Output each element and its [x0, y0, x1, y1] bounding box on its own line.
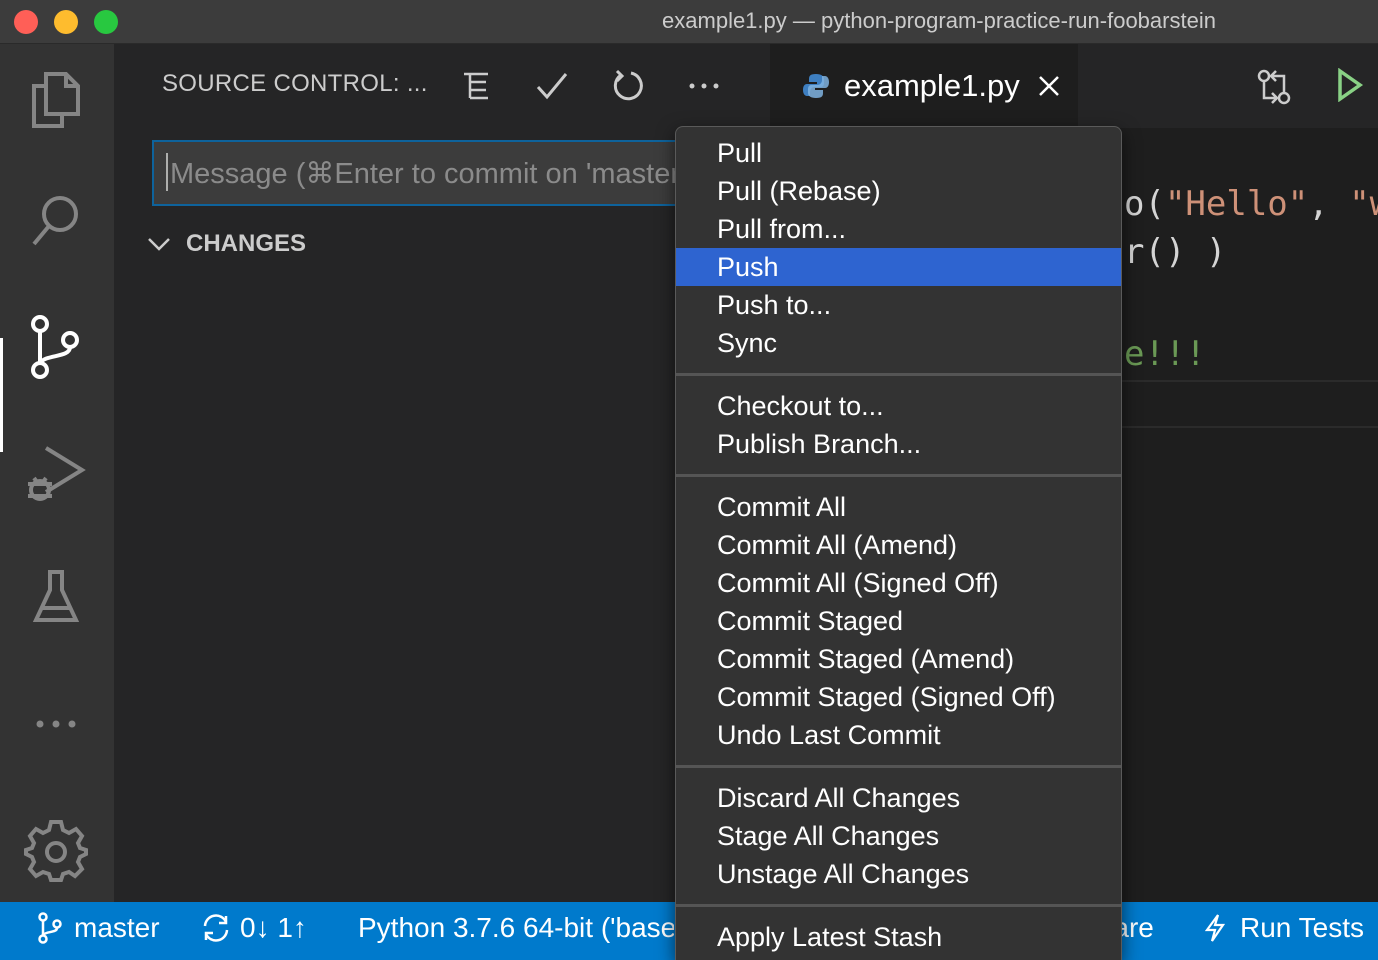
interpreter-label: Python 3.7.6 64-bit ('base': conda) [358, 912, 674, 943]
changes-label: CHANGES [186, 230, 307, 257]
code-line: r() ) [1124, 232, 1227, 272]
files-icon[interactable] [22, 66, 90, 134]
view-as-tree-icon[interactable] [456, 66, 496, 106]
menu-separator [676, 474, 1121, 477]
python-interpreter[interactable]: Python 3.7.6 64-bit ('base': conda) [358, 912, 674, 944]
menu-item-pull-from[interactable]: Pull from... [676, 210, 1121, 248]
run-file-icon[interactable] [1336, 67, 1364, 107]
commit-message-placeholder: Message (⌘Enter to commit on 'master') [170, 158, 696, 190]
menu-item-commit-staged-signed-off[interactable]: Commit Staged (Signed Off) [676, 678, 1121, 716]
menu-item-push[interactable]: Push [676, 248, 1121, 286]
menu-item-pull-rebase[interactable]: Pull (Rebase) [676, 172, 1121, 210]
line-highlight-border [1120, 380, 1378, 382]
menu-item-commit-all-signed-off[interactable]: Commit All (Signed Off) [676, 564, 1121, 602]
source-control-sidebar: SOURCE CONTROL: ... Message (⌘Enter to c… [114, 44, 770, 902]
minimize-window-button[interactable] [54, 10, 78, 34]
line-highlight-border [1120, 426, 1378, 428]
menu-item-apply-latest-stash[interactable]: Apply Latest Stash [676, 918, 1121, 956]
commit-check-icon[interactable] [532, 66, 572, 106]
python-icon [803, 74, 829, 98]
code-line: e!!! [1124, 334, 1206, 374]
menu-item-commit-staged[interactable]: Commit Staged [676, 602, 1121, 640]
code-line: o("Hello", "w [1124, 184, 1378, 224]
tab-example1-py[interactable]: example1.py [770, 44, 1078, 128]
sync-counts: 0↓ 1↑ [240, 912, 307, 943]
more-actions-icon[interactable] [684, 66, 724, 106]
menu-item-sync[interactable]: Sync [676, 324, 1121, 362]
ellipsis-icon[interactable] [22, 690, 90, 758]
search-icon[interactable] [22, 188, 90, 256]
activity-bar [0, 44, 114, 902]
branch-name: master [74, 912, 160, 943]
menu-item-pull[interactable]: Pull [676, 134, 1121, 172]
close-icon[interactable] [1038, 75, 1060, 97]
menu-separator [676, 765, 1121, 768]
branch-icon [38, 912, 62, 944]
text-caret [166, 153, 168, 192]
menu-item-unstage-all-changes[interactable]: Unstage All Changes [676, 855, 1121, 893]
source-control-more-actions-menu: Pull Pull (Rebase) Pull from... Push Push to… [675, 126, 1122, 960]
commit-message-input[interactable]: Message (⌘Enter to commit on 'master') [152, 140, 712, 206]
menu-item-publish-branch[interactable]: Publish Branch... [676, 425, 1121, 463]
active-indicator [0, 338, 3, 452]
window-title: example1.py — python-program-practice-ru… [662, 8, 1216, 33]
menu-separator [676, 373, 1121, 376]
run-debug-icon[interactable] [22, 438, 90, 506]
flask-icon[interactable] [22, 564, 90, 632]
title-bar: example1.py — python-program-practice-ru… [0, 0, 1378, 44]
sync-icon [203, 914, 229, 942]
run-tests-label: Run Tests [1240, 912, 1364, 943]
sync-status[interactable]: 0↓ 1↑ [200, 912, 307, 944]
menu-item-checkout-to[interactable]: Checkout to... [676, 387, 1121, 425]
menu-item-commit-all-amend[interactable]: Commit All (Amend) [676, 526, 1121, 564]
menu-top-padding [676, 127, 1121, 134]
refresh-icon[interactable] [608, 66, 648, 106]
editor-tab-bar: example1.py [770, 44, 1378, 128]
branch-status[interactable]: master [36, 912, 160, 944]
sidebar-title: SOURCE CONTROL: ... [162, 70, 428, 97]
close-window-button[interactable] [14, 10, 38, 34]
run-tests-button[interactable]: Run Tests [1204, 912, 1364, 944]
menu-item-commit-all[interactable]: Commit All [676, 488, 1121, 526]
chevron-down-icon [148, 238, 170, 251]
gear-icon[interactable] [22, 816, 90, 884]
menu-item-apply-stash[interactable]: Apply Stash... [676, 956, 1121, 960]
tab-label: example1.py [844, 68, 1020, 103]
changes-section-header[interactable]: CHANGES [146, 230, 306, 258]
menu-item-commit-staged-amend[interactable]: Commit Staged (Amend) [676, 640, 1121, 678]
menu-item-undo-last-commit[interactable]: Undo Last Commit [676, 716, 1121, 754]
menu-item-discard-all-changes[interactable]: Discard All Changes [676, 779, 1121, 817]
open-changes-icon[interactable] [1256, 68, 1292, 111]
source-control-icon[interactable] [22, 314, 90, 382]
zoom-window-button[interactable] [94, 10, 118, 34]
menu-item-push-to[interactable]: Push to... [676, 286, 1121, 324]
menu-body: Pull Pull (Rebase) Pull from... Push Push to… [676, 134, 1121, 960]
menu-separator [676, 904, 1121, 907]
menu-item-stage-all-changes[interactable]: Stage All Changes [676, 817, 1121, 855]
lightning-icon [1204, 914, 1226, 942]
